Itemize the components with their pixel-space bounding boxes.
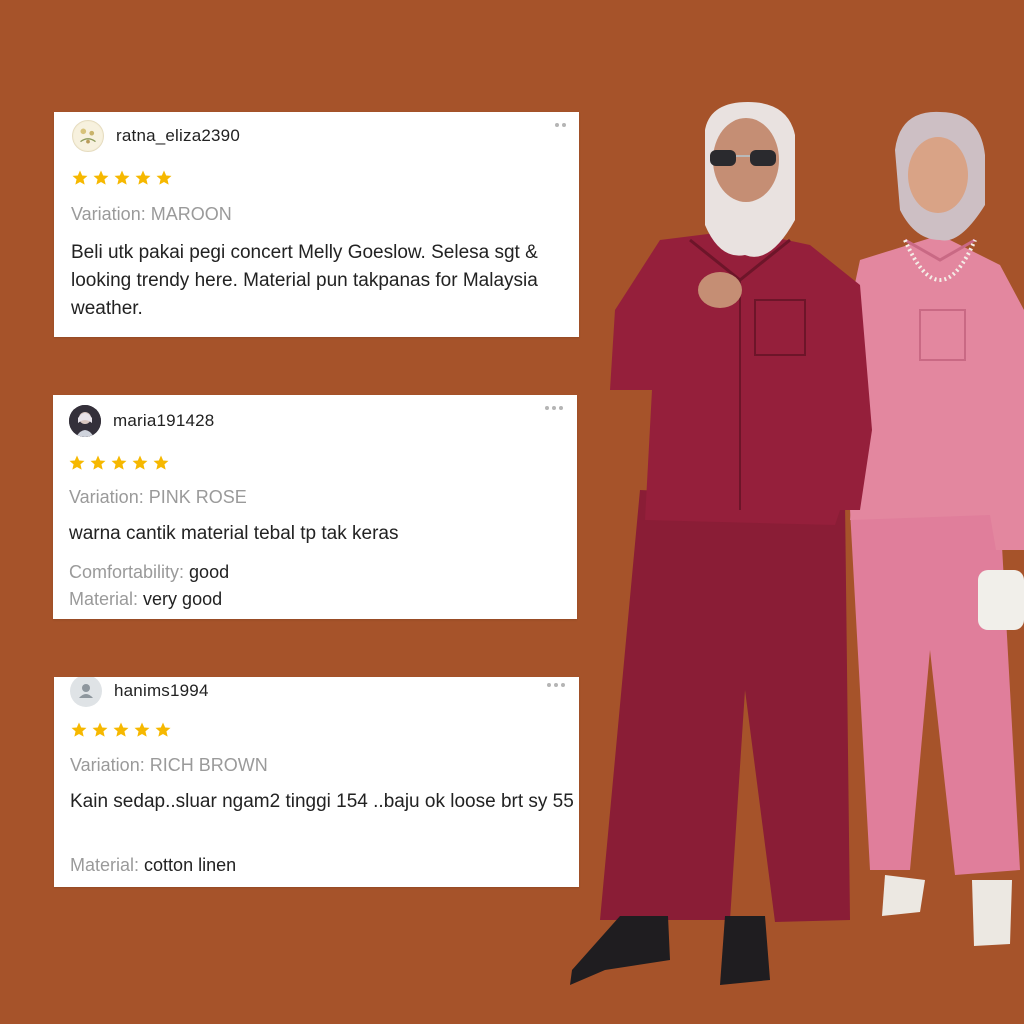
star-icon <box>92 722 108 737</box>
attribute-key: Comfortability: <box>69 562 185 582</box>
star-icon <box>69 455 85 470</box>
star-icon <box>90 455 106 470</box>
review-card-2: maria191428 Variation: PINK ROSE warna c… <box>53 395 577 619</box>
attribute-comfortability: Comfortability: good <box>69 562 229 583</box>
product-models-image <box>570 102 1024 985</box>
default-user-icon[interactable] <box>70 677 102 707</box>
star-icon <box>155 722 171 737</box>
review-comment: warna cantik material tebal tp tak keras <box>69 523 399 544</box>
variation-label: Variation: <box>71 204 146 224</box>
star-icon <box>111 455 127 470</box>
attribute-material: Material: very good <box>69 589 222 610</box>
review-card-3: hanims1994 Variation: RICH BROWN Kain se… <box>54 677 579 887</box>
reviewer-username[interactable]: ratna_eliza2390 <box>116 126 240 146</box>
floral-avatar-icon[interactable] <box>72 120 104 152</box>
star-icon <box>72 170 88 185</box>
star-icon <box>156 170 172 185</box>
pink-rose-model <box>845 111 1024 946</box>
star-rating <box>68 454 170 472</box>
variation-value: PINK ROSE <box>148 487 247 507</box>
variation-label: Variation: <box>70 755 145 775</box>
star-icon <box>113 722 129 737</box>
star-rating <box>70 721 172 739</box>
star-rating <box>71 169 173 187</box>
photo-avatar-icon[interactable] <box>69 405 101 437</box>
variation-line: Variation: RICH BROWN <box>70 755 268 776</box>
maroon-model <box>570 102 872 985</box>
review-header: hanims1994 <box>70 677 209 707</box>
review-comment: Kain sedap..sluar ngam2 tinggi 154 ..baj… <box>70 791 574 812</box>
star-icon <box>153 455 169 470</box>
reviewer-username[interactable]: maria191428 <box>113 411 214 431</box>
star-icon <box>93 170 109 185</box>
attribute-value: very good <box>143 589 223 609</box>
variation-line: Variation: MAROON <box>71 204 232 225</box>
reviewer-username[interactable]: hanims1994 <box>114 681 209 701</box>
review-header: ratna_eliza2390 <box>72 120 240 152</box>
star-icon <box>134 722 150 737</box>
attribute-key: Material: <box>70 855 140 875</box>
attribute-value: good <box>189 562 230 582</box>
attribute-key: Material: <box>69 589 139 609</box>
variation-value: MAROON <box>150 204 232 224</box>
review-header: maria191428 <box>69 405 214 437</box>
attribute-value: cotton linen <box>144 855 237 875</box>
variation-line: Variation: PINK ROSE <box>69 487 247 508</box>
star-icon <box>135 170 151 185</box>
star-icon <box>114 170 130 185</box>
variation-label: Variation: <box>69 487 144 507</box>
star-icon <box>132 455 148 470</box>
variation-value: RICH BROWN <box>149 755 268 775</box>
review-card-1: ratna_eliza2390 Variation: MAROON Beli u… <box>54 112 579 337</box>
review-comment: Beli utk pakai pegi concert Melly Goeslo… <box>71 242 538 319</box>
star-icon <box>71 722 87 737</box>
attribute-material: Material: cotton linen <box>70 855 236 876</box>
